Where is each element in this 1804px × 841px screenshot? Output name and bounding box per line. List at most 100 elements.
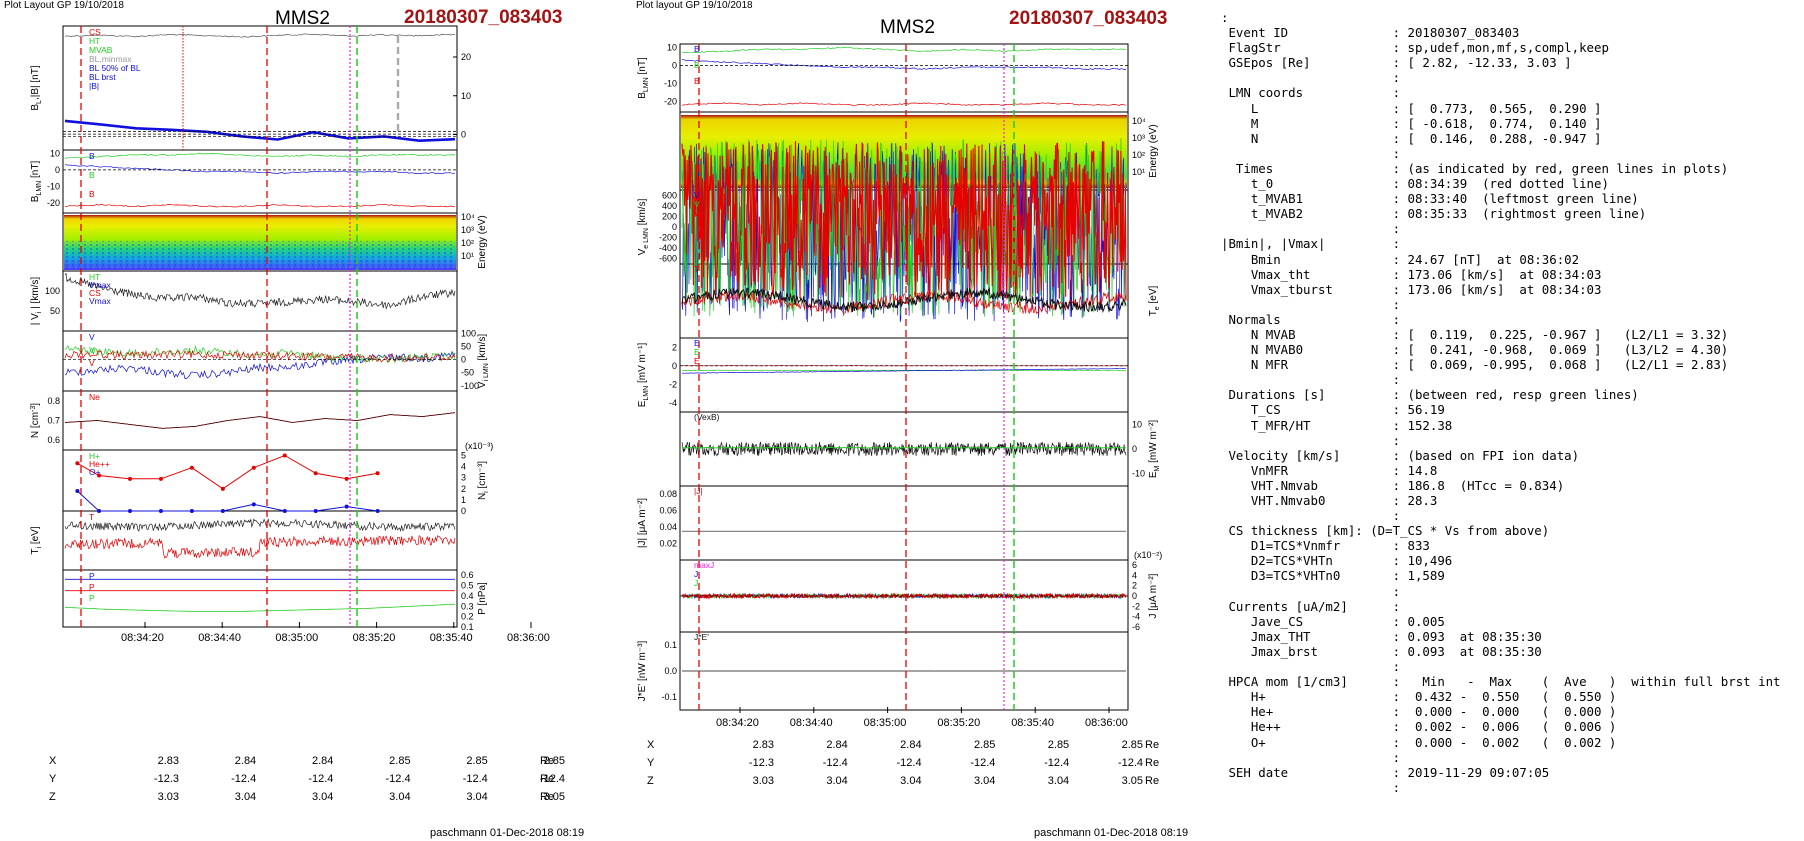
left-series-BL: [64, 164, 455, 174]
event-info-panel: : Event ID : 20180307_083403 FlagStr : s…: [1221, 10, 1781, 795]
info-line: :: [1221, 372, 1401, 388]
info-line: :: [1221, 432, 1401, 448]
info-line: FlagStr : sp,udef,mon,mf,s,compl,keep: [1221, 40, 1609, 56]
left-legend-entry: V: [89, 345, 95, 355]
right-ytick: -600: [659, 254, 677, 264]
left-ytick: -20: [47, 198, 60, 208]
right-ytick: -400: [659, 243, 677, 253]
right-ytick: -2: [1132, 601, 1140, 611]
position-unit: Re: [540, 791, 555, 803]
time-tick-label: 08:35:20: [352, 632, 396, 644]
position-value: 3.04: [234, 791, 257, 803]
position-value: 2.85: [466, 755, 488, 767]
info-line: CS thickness [km]: (D=T_CS * Vs from abo…: [1221, 523, 1550, 539]
right-ytick: 0.06: [659, 506, 677, 516]
info-line: :: [1221, 508, 1401, 524]
position-row-name: Y: [49, 773, 57, 785]
info-line: D1=TCS*Vnmfr : 833: [1221, 538, 1430, 554]
position-row-name: X: [49, 755, 57, 767]
left-ytick: 0.6: [461, 570, 474, 580]
info-line: :: [1221, 145, 1401, 161]
right-ytick: 0: [672, 361, 677, 371]
right-legend-entry: T: [694, 264, 699, 274]
right-ytick: -20: [664, 96, 677, 106]
left-legend-entry: T: [89, 512, 94, 522]
left-ytick: 4: [461, 462, 466, 472]
right-panel-ylabel: J [μA m⁻²]: [1148, 573, 1159, 618]
right-ytick: 10: [667, 43, 677, 53]
left-legend-entry: P: [89, 582, 95, 592]
left-ytick: 10⁴: [461, 212, 475, 222]
left-panel-ylabel: | Vi | [km/s]: [30, 277, 43, 326]
right-ytick: 0: [1132, 444, 1137, 454]
time-tick-label: 08:34:20: [716, 717, 759, 729]
position-row-name: Z: [647, 775, 654, 787]
left-scale-label: (x10⁻³): [465, 441, 493, 451]
right-ytick: 2: [1132, 581, 1137, 591]
info-line: Jmax_THT : 0.093 at 08:35:30: [1221, 628, 1542, 644]
position-unit: Re: [540, 755, 555, 767]
info-line: D3=TCS*VHTn0 : 1,589: [1221, 568, 1445, 584]
right-panel-frame: [679, 337, 1129, 413]
right-panel-ylabel: Energy (eV): [1148, 124, 1159, 177]
right-legend-entry: (VexB): [694, 412, 720, 422]
left-legend-entry: P: [89, 571, 95, 581]
time-tick-label: 08:35:00: [275, 632, 319, 644]
right-ytick: 2: [672, 342, 677, 352]
position-value: 3.05: [1121, 775, 1143, 787]
left-ytick: 0.3: [461, 601, 474, 611]
position-unit: Re: [1145, 775, 1160, 787]
right-ytick: -10: [664, 78, 677, 88]
left-series-Ti-perp: [64, 535, 456, 559]
info-line: t_MVAB1 : 08:33:40 (leftmost green line): [1221, 191, 1639, 207]
info-line: t_0 : 08:34:39 (red dotted line): [1221, 176, 1609, 192]
position-value: 2.85: [1121, 739, 1143, 751]
info-line: Jave_CS : 0.005: [1221, 613, 1445, 629]
right-legend-entry: J: [694, 578, 698, 588]
left-ytick: 10: [461, 91, 471, 101]
position-row-name: Z: [49, 791, 56, 803]
left-series-BL: [64, 119, 456, 143]
info-line: He++ : 0.002 - 0.006 ( 0.006 ): [1221, 719, 1617, 735]
left-panel-ylabel: BL,|B| [nT]: [30, 65, 43, 110]
right-ytick: 0: [1132, 591, 1137, 601]
position-value: 3.04: [389, 791, 411, 803]
left-ytick: -50: [461, 368, 474, 378]
left-ytick: 0.8: [47, 396, 60, 406]
info-line: Vmax_tht : 173.06 [km/s] at 08:34:03: [1221, 266, 1602, 282]
info-line: VHT.Nmvab : 186.8 (HTcc = 0.834): [1221, 477, 1565, 493]
left-ytick: 0: [461, 506, 466, 516]
left-panel-ylabel: Energy (eV): [477, 215, 488, 268]
position-value: -12.4: [1117, 757, 1143, 769]
left-legend-entry: O+: [89, 467, 101, 477]
right-legend-entry: E: [694, 356, 700, 366]
info-line: SEH date : 2019-11-29 09:07:05: [1221, 764, 1550, 780]
time-tick-label: 08:34:40: [789, 717, 833, 729]
info-line: VHT.Nmvab0 : 28.3: [1221, 493, 1438, 508]
left-series-He++: [77, 454, 378, 490]
right-ytick: 10¹: [1132, 167, 1145, 177]
right-ytick: -4: [1132, 612, 1140, 622]
left-legend-entry: B: [89, 170, 95, 180]
right-legend-entry: B: [694, 60, 700, 70]
left-legend-entry: B: [89, 189, 95, 199]
position-value: -12.4: [462, 773, 488, 785]
info-line: Jmax_brst : 0.093 at 08:35:30: [1221, 643, 1542, 659]
left-ytick: 10³: [461, 225, 474, 235]
info-line: He+ : 0.000 - 0.000 ( 0.000 ): [1221, 704, 1617, 720]
right-series-BL: [681, 59, 1127, 71]
info-line: N : [ 0.146, 0.288, -0.947 ]: [1221, 130, 1602, 146]
right-series-BM: [681, 46, 1127, 54]
position-value: 2.84: [311, 755, 334, 767]
info-line: L : [ 0.773, 0.565, 0.290 ]: [1221, 100, 1602, 116]
info-line: :: [1221, 779, 1401, 795]
right-ytick: 4: [1132, 570, 1137, 580]
left-series-Vi: [64, 272, 456, 310]
right-legend-entry: V: [694, 208, 700, 218]
position-value: 3.04: [466, 791, 488, 803]
left-panel-ylabel: P [nPa]: [477, 582, 488, 615]
position-value: -12.4: [970, 757, 996, 769]
position-value: 3.04: [826, 775, 848, 787]
left-ytick: 10²: [461, 238, 474, 248]
left-series-Ti-par: [64, 517, 456, 533]
